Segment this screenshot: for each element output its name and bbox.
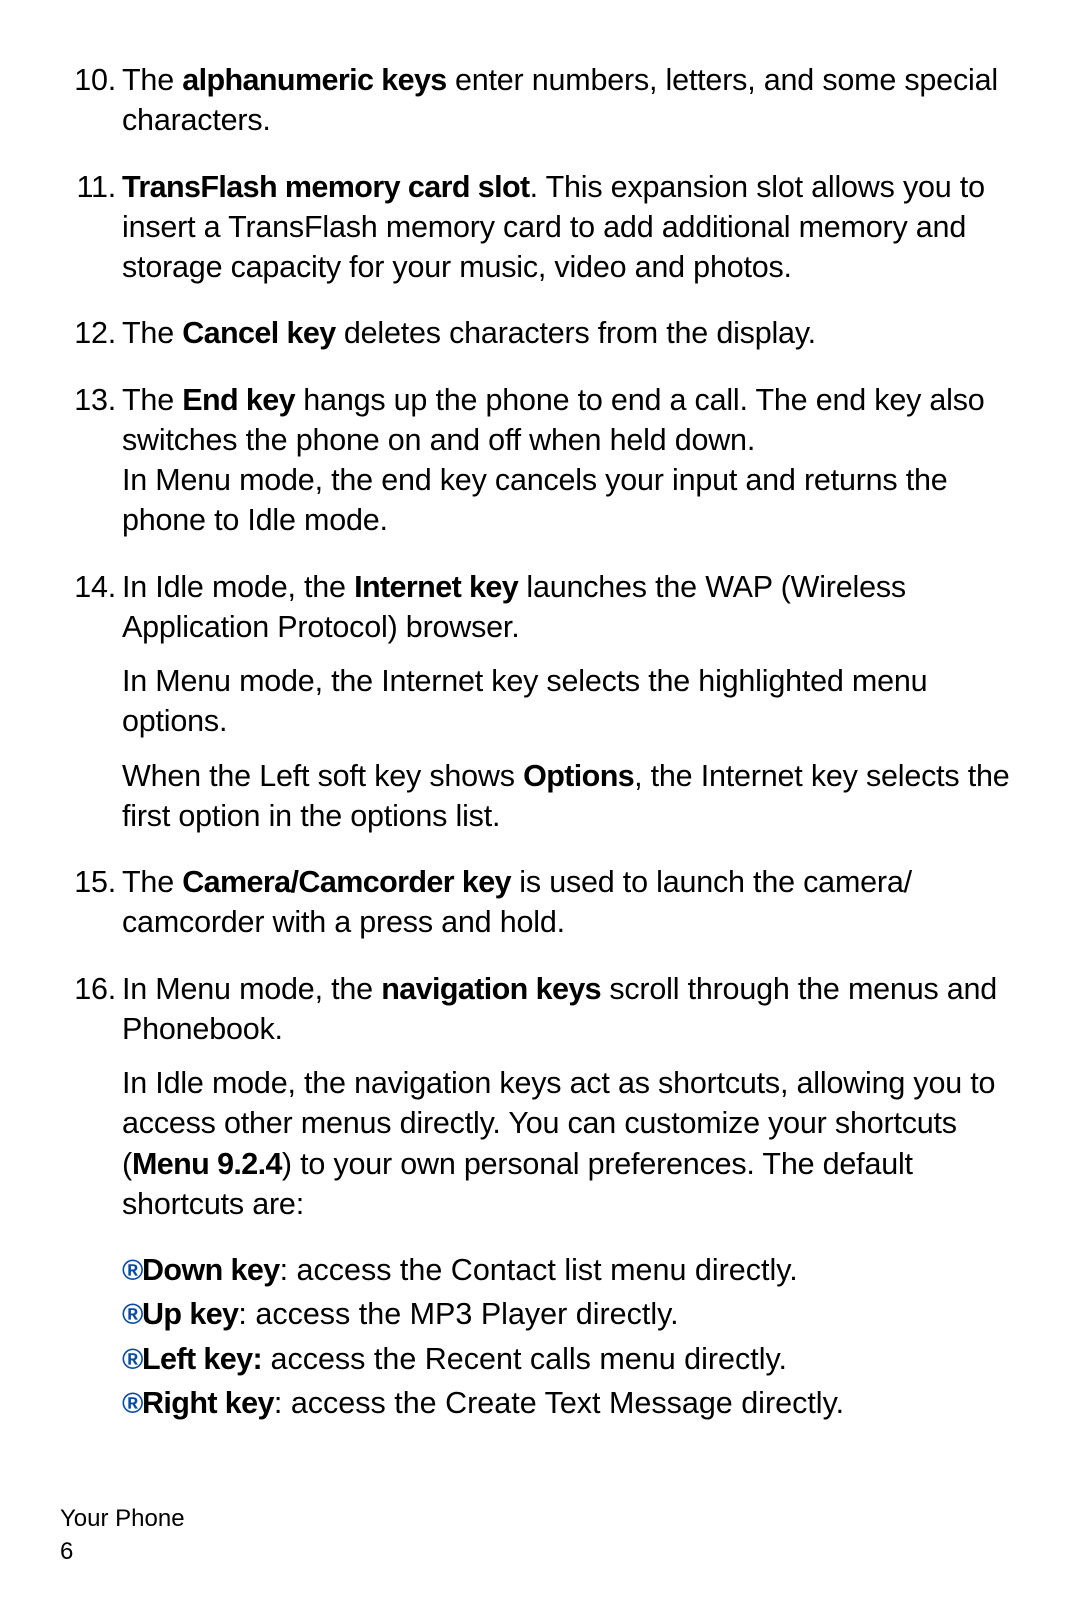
shortcut-desc: : access the Create Text Message directl… [274, 1386, 844, 1420]
shortcut-desc: : access the Contact list menu directly. [280, 1253, 798, 1287]
body-text: In Menu mode, the end key cancels your i… [122, 463, 948, 537]
bullet-icon: ® [122, 1296, 142, 1334]
numbered-list: The alphanumeric keys enter numbers, let… [60, 60, 1020, 1224]
body-text: is used to launch the camera/ [511, 865, 912, 899]
shortcut-desc: access the Recent calls menu directly. [262, 1342, 787, 1376]
list-item: The End key hangs up the phone to end a … [60, 380, 1020, 541]
list-item: The alphanumeric keys enter numbers, let… [60, 60, 1020, 141]
list-item-paragraph: In Idle mode, the navigation keys act as… [122, 1063, 1020, 1224]
list-item-paragraph: When the Left soft key shows Options, th… [122, 756, 1020, 837]
page-footer: Your Phone 6 [60, 1503, 185, 1568]
bold-term: TransFlash memory card slot [122, 170, 530, 204]
shortcut-line: ®Right key: access the Create Text Messa… [122, 1383, 1020, 1423]
list-item-text: The alphanumeric keys enter numbers, let… [122, 60, 1020, 141]
list-item-text: In Menu mode, the navigation keys scroll… [122, 969, 1020, 1050]
body-text: When the Left soft key shows [122, 759, 523, 793]
shortcut-line: ®Up key: access the MP3 Player directly. [122, 1294, 1020, 1334]
list-item: In Menu mode, the navigation keys scroll… [60, 969, 1020, 1225]
shortcut-label: Down key [142, 1253, 280, 1287]
bold-term: Internet key [354, 570, 518, 604]
body-text: The [122, 63, 182, 97]
bold-term: End key [182, 383, 295, 417]
shortcut-label: Up key [142, 1297, 238, 1331]
footer-page-number: 6 [60, 1536, 185, 1568]
bold-term: alphanumeric keys [182, 63, 446, 97]
list-item-text: TransFlash memory card slot. This expans… [122, 167, 1020, 288]
shortcut-line: ®Left key: access the Recent calls menu … [122, 1339, 1020, 1379]
shortcut-line: ®Down key: access the Contact list menu … [122, 1250, 1020, 1290]
shortcut-desc: : access the MP3 Player directly. [238, 1297, 678, 1331]
body-text: In Idle mode, the [122, 570, 354, 604]
bullet-icon: ® [122, 1385, 142, 1423]
list-item-text: The End key hangs up the phone to end a … [122, 380, 1020, 541]
list-item: In Idle mode, the Internet key launches … [60, 567, 1020, 837]
list-item-text: The Cancel key deletes characters from t… [122, 313, 1020, 353]
bold-term: Camera/Camcorder key [182, 865, 511, 899]
bold-term: Menu 9.2.4 [132, 1147, 282, 1181]
shortcut-label: Left key: [142, 1342, 262, 1376]
body-text: camcorder with a press and hold. [122, 905, 565, 939]
list-item: The Cancel key deletes characters from t… [60, 313, 1020, 353]
body-text: The [122, 316, 182, 350]
body-text: The [122, 865, 182, 899]
body-text: In Menu mode, the [122, 972, 381, 1006]
body-text: deletes characters from the display. [336, 316, 816, 350]
list-item: The Camera/Camcorder key is used to laun… [60, 862, 1020, 943]
list-item-paragraph: In Menu mode, the Internet key selects t… [122, 661, 1020, 742]
list-item-text: In Idle mode, the Internet key launches … [122, 567, 1020, 648]
list-item: TransFlash memory card slot. This expans… [60, 167, 1020, 288]
bold-term: Cancel key [182, 316, 335, 350]
shortcut-label: Right key [142, 1386, 274, 1420]
bullet-icon: ® [122, 1341, 142, 1379]
footer-section: Your Phone [60, 1503, 185, 1535]
bullet-icon: ® [122, 1252, 142, 1290]
body-text: In Menu mode, the Internet key selects t… [122, 664, 927, 738]
manual-page: The alphanumeric keys enter numbers, let… [0, 0, 1080, 1620]
list-item-text: The Camera/Camcorder key is used to laun… [122, 862, 1020, 943]
bold-term: navigation keys [381, 972, 601, 1006]
shortcuts-block: ®Down key: access the Contact list menu … [60, 1250, 1020, 1423]
body-text: The [122, 383, 182, 417]
bold-term: Options [523, 759, 634, 793]
